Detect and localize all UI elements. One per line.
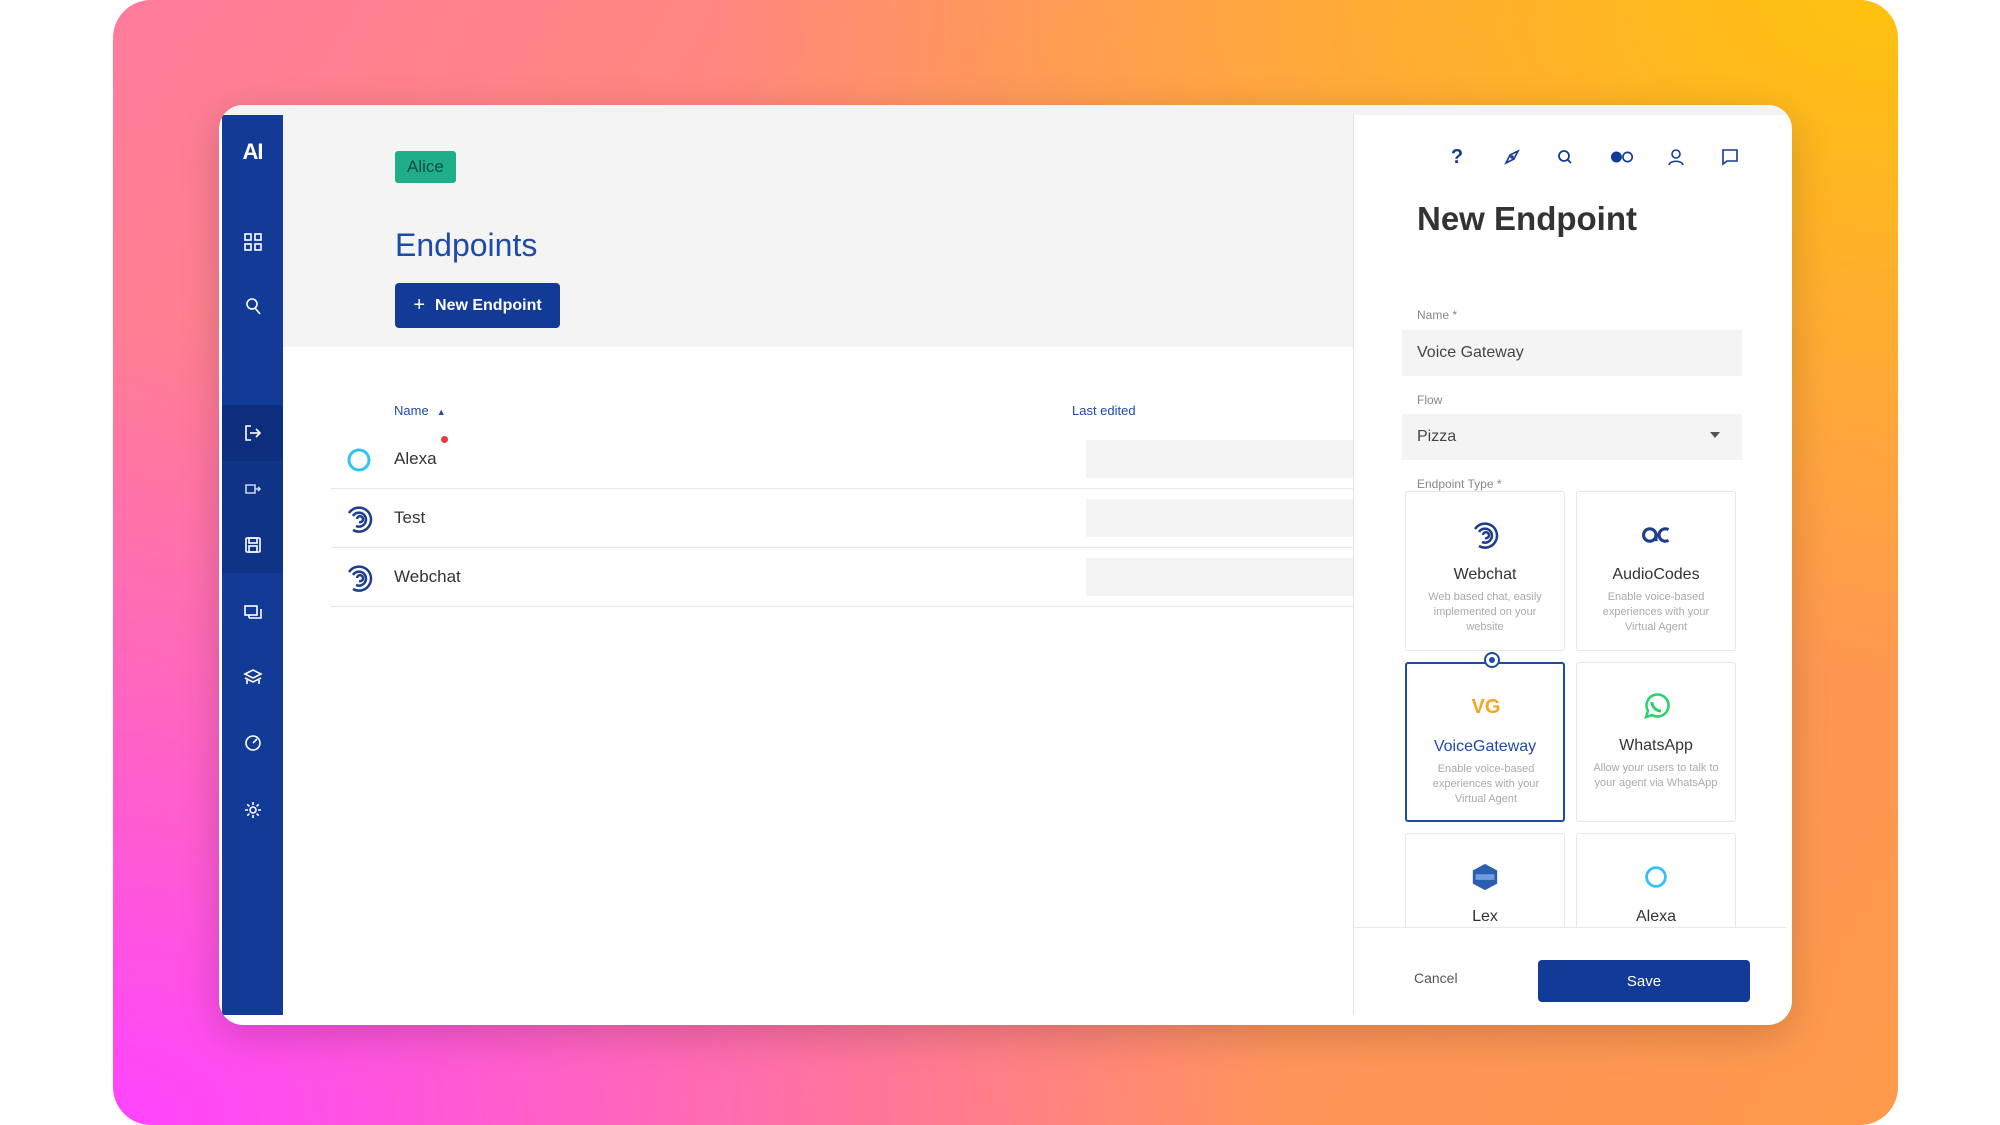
endpoint-type-alexa[interactable]: Alexa (1576, 833, 1736, 927)
search-icon[interactable] (1553, 145, 1577, 169)
last-edited-cell (1086, 558, 1376, 596)
sidebar-item-conversations[interactable] (222, 585, 283, 641)
endpoint-type-desc: Enable voice-based experiences with your… (1602, 591, 1710, 633)
endpoint-type-voicegateway[interactable]: VG VoiceGateway Enable voice-based exper… (1405, 662, 1565, 822)
compass-icon[interactable] (1500, 145, 1524, 169)
new-endpoint-panel: ? New Endpoint Name * Voice Gateway Flow… (1353, 115, 1786, 1015)
endpoint-type-audiocodes[interactable]: AudioCodes Enable voice-based experience… (1576, 491, 1736, 651)
endpoint-type-name: Alexa (1635, 908, 1677, 925)
endpoint-type-name: WhatsApp (1619, 737, 1693, 754)
pin-icon (245, 298, 261, 315)
webchat-icon (1466, 516, 1504, 554)
page-title: Endpoints (395, 227, 538, 263)
chat-bubble-icon[interactable] (1718, 145, 1742, 169)
endpoint-type-desc: Web based chat, easily implemented on yo… (1428, 591, 1542, 633)
new-endpoint-button[interactable]: + New Endpoint (395, 283, 560, 328)
whatsapp-icon (1637, 687, 1675, 725)
help-icon[interactable]: ? (1445, 145, 1469, 169)
selected-radio-icon (1484, 652, 1500, 668)
endpoint-type-name: Webchat (1453, 566, 1517, 583)
endpoint-type-whatsapp[interactable]: WhatsApp Allow your users to talk to you… (1576, 662, 1736, 822)
voicegateway-logo-text: VG (1471, 695, 1501, 718)
sub-endpoint-icon (244, 484, 261, 494)
settings-icon (244, 802, 261, 818)
webchat-icon (347, 565, 373, 592)
panel-title: New Endpoint (1417, 200, 1637, 237)
analytics-icon (244, 735, 261, 751)
flow-select-value: Pizza (1417, 428, 1457, 445)
sidebar-item-settings[interactable] (222, 782, 283, 838)
endpoint-type-label: Endpoint Type * (1417, 477, 1502, 491)
notification-dot (441, 436, 448, 443)
endpoint-type-webchat[interactable]: Webchat Web based chat, easily implement… (1405, 491, 1565, 651)
endpoint-type-name: VoiceGateway (1433, 738, 1537, 755)
save-button[interactable]: Save (1538, 960, 1750, 1002)
alexa-icon (1637, 858, 1675, 896)
endpoint-type-lex[interactable]: Lex (1405, 833, 1565, 927)
column-header-last-edited[interactable]: Last edited (1072, 403, 1136, 418)
name-label: Name * (1417, 308, 1458, 322)
column-header-name-label: Name (394, 403, 429, 418)
sidebar-item-manage[interactable] (222, 649, 283, 705)
endpoint-icon (244, 425, 261, 441)
window-top-strip (219, 105, 1792, 115)
sidebar-item-sub-endpoints[interactable] (222, 461, 283, 517)
last-edited-cell (1086, 499, 1376, 537)
alexa-icon (347, 448, 371, 472)
panel-footer: Cancel Save (1354, 927, 1786, 1015)
user-icon[interactable] (1664, 145, 1688, 169)
chat-icon (243, 605, 262, 619)
sidebar: AI (222, 115, 283, 1015)
toggle-icon[interactable] (1608, 145, 1636, 169)
sort-asc-icon: ▲ (436, 407, 446, 417)
sidebar-item-endpoints[interactable] (222, 405, 283, 461)
endpoint-name: Webchat (394, 567, 461, 586)
plus-icon: + (413, 294, 426, 316)
name-field[interactable]: Voice Gateway (1402, 330, 1742, 376)
sidebar-item-analytics[interactable] (222, 715, 283, 771)
endpoint-type-grid: Webchat Web based chat, easily implement… (1405, 491, 1747, 927)
lex-icon (1466, 858, 1504, 896)
sidebar-item-dashboard[interactable] (222, 214, 283, 270)
column-header-name[interactable]: Name ▲ (394, 403, 446, 418)
cancel-button[interactable]: Cancel (1414, 970, 1458, 986)
grid-icon (243, 233, 262, 251)
chevron-down-icon (1710, 432, 1720, 438)
name-field-value: Voice Gateway (1417, 344, 1524, 361)
app-window: AI Alice Endpoints + New Endpoint Name ▲… (219, 105, 1792, 1025)
last-edited-cell (1086, 440, 1376, 478)
flow-select[interactable]: Pizza (1402, 414, 1742, 460)
endpoint-name: Alexa (394, 449, 437, 468)
project-badge[interactable]: Alice (395, 151, 456, 183)
layers-icon (242, 669, 263, 684)
webchat-icon (347, 506, 373, 533)
endpoint-name: Test (394, 508, 426, 527)
audiocodes-icon (1637, 516, 1675, 554)
new-endpoint-label: New Endpoint (435, 296, 542, 314)
endpoint-type-desc: Allow your users to talk to your agent v… (1593, 762, 1719, 789)
sidebar-item-build[interactable] (222, 278, 283, 334)
help-glyph: ? (1450, 145, 1464, 168)
app-logo[interactable]: AI (222, 139, 283, 165)
save-icon (244, 537, 261, 553)
endpoint-type-name: AudioCodes (1612, 566, 1700, 583)
sidebar-item-deploy[interactable] (222, 517, 283, 573)
endpoint-type-desc: Enable voice-based experiences with your… (1432, 763, 1540, 805)
voicegateway-icon: VG (1467, 688, 1505, 726)
endpoint-type-name: Lex (1472, 908, 1498, 925)
flow-label: Flow (1417, 393, 1443, 407)
